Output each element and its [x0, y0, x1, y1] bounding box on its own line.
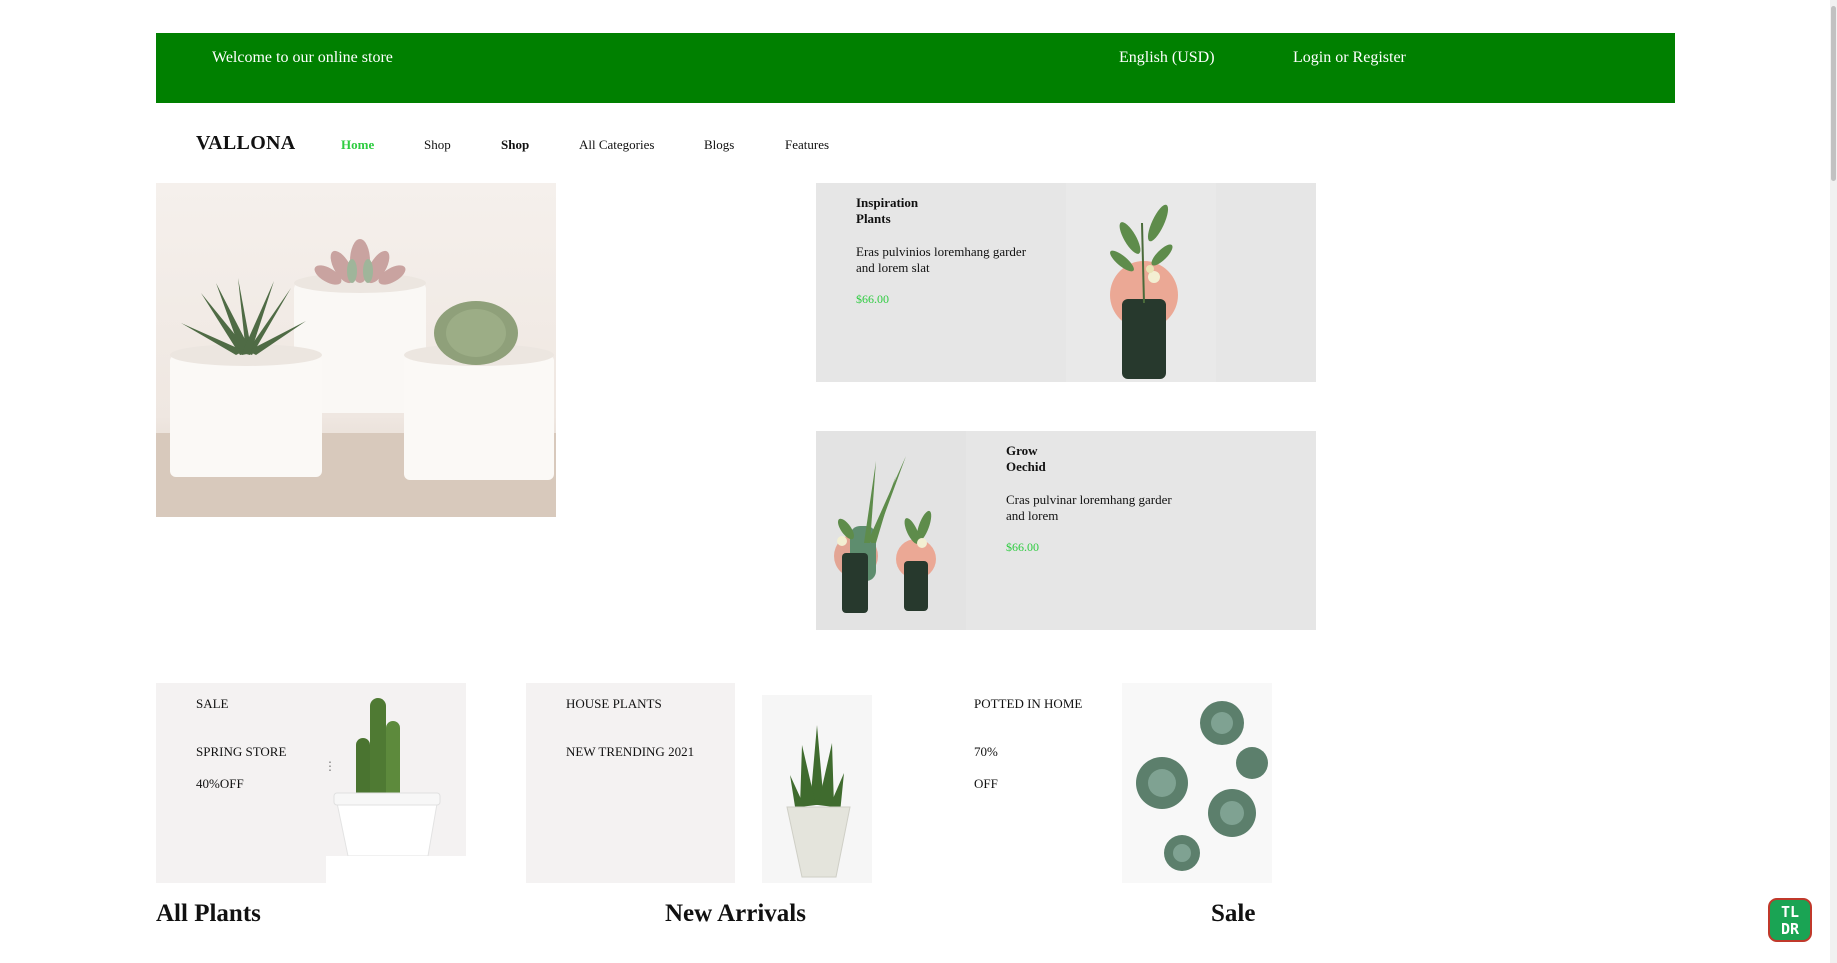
- promo-price: $66.00: [1006, 540, 1039, 554]
- two-plants-in-vases-image: [816, 431, 966, 630]
- login-register-link[interactable]: Login or Register: [1293, 49, 1406, 67]
- promo-title: Inspiration Plants: [856, 195, 919, 226]
- promo-description: Eras pulvinios loremhang garder and lore…: [856, 244, 1027, 275]
- nav-item-features[interactable]: Features: [785, 137, 829, 153]
- section-title-new-arrivals: New Arrivals: [665, 900, 806, 927]
- scrollbar-thumb[interactable]: [1831, 6, 1836, 181]
- language-selector[interactable]: English (USD): [1119, 49, 1215, 67]
- promo-description: Cras pulvinar loremhang garder and lorem: [1006, 492, 1172, 523]
- banner-label: POTTED IN HOME: [974, 696, 1083, 711]
- main-nav: VALLONA Home Shop Shop All Categories Bl…: [0, 128, 1837, 158]
- promo-card-inspiration-plants[interactable]: Inspiration Plants Eras pulvinios loremh…: [816, 183, 1316, 382]
- succulents-in-white-pots-image: [156, 239, 556, 517]
- banner-discount-value: 70%: [974, 744, 998, 759]
- hero-image: [156, 183, 556, 517]
- banner-label: HOUSE PLANTS: [566, 696, 662, 711]
- banner-spring-sale[interactable]: SALE SPRING STORE 40%OFF ⋮: [156, 683, 466, 883]
- nav-item-shop[interactable]: Shop: [424, 137, 451, 153]
- banner-house-plants[interactable]: HOUSE PLANTS NEW TRENDING 2021: [526, 683, 735, 883]
- plant-in-dark-vase-image: [1066, 183, 1216, 382]
- section-title-all-plants: All Plants: [156, 900, 261, 927]
- banner-divider: [326, 856, 466, 883]
- promo-title: Grow Oechid: [1006, 443, 1046, 474]
- welcome-text: Welcome to our online store: [212, 49, 393, 66]
- banner-potted-in-home[interactable]: POTTED IN HOME 70% OFF: [934, 683, 1274, 883]
- promo-card-grow-oechid[interactable]: Grow Oechid Cras pulvinar loremhang gard…: [816, 431, 1316, 630]
- succulent-in-textured-pot-image: [762, 695, 872, 883]
- nav-item-home[interactable]: Home: [341, 137, 374, 153]
- nav-item-shop-2[interactable]: Shop: [501, 137, 529, 153]
- section-title-sale: Sale: [1211, 900, 1256, 927]
- banner-discount-off: OFF: [974, 776, 998, 791]
- cactus-in-white-pot-image: [326, 683, 466, 857]
- nav-item-blogs[interactable]: Blogs: [704, 137, 734, 153]
- top-bar: Welcome to our online store English (USD…: [156, 33, 1675, 103]
- banner-heading: NEW TRENDING 2021: [566, 744, 695, 759]
- promo-price: $66.00: [856, 292, 889, 306]
- banner-label: SALE: [196, 696, 229, 711]
- site-logo[interactable]: VALLONA: [196, 132, 296, 155]
- banner-heading: SPRING STORE: [196, 744, 287, 759]
- nav-item-all-categories[interactable]: All Categories: [579, 137, 654, 153]
- succulents-top-view-image: [1122, 683, 1272, 883]
- banner-discount: 40%OFF: [196, 776, 244, 791]
- tldr-widget-button[interactable]: TL DR: [1768, 898, 1812, 942]
